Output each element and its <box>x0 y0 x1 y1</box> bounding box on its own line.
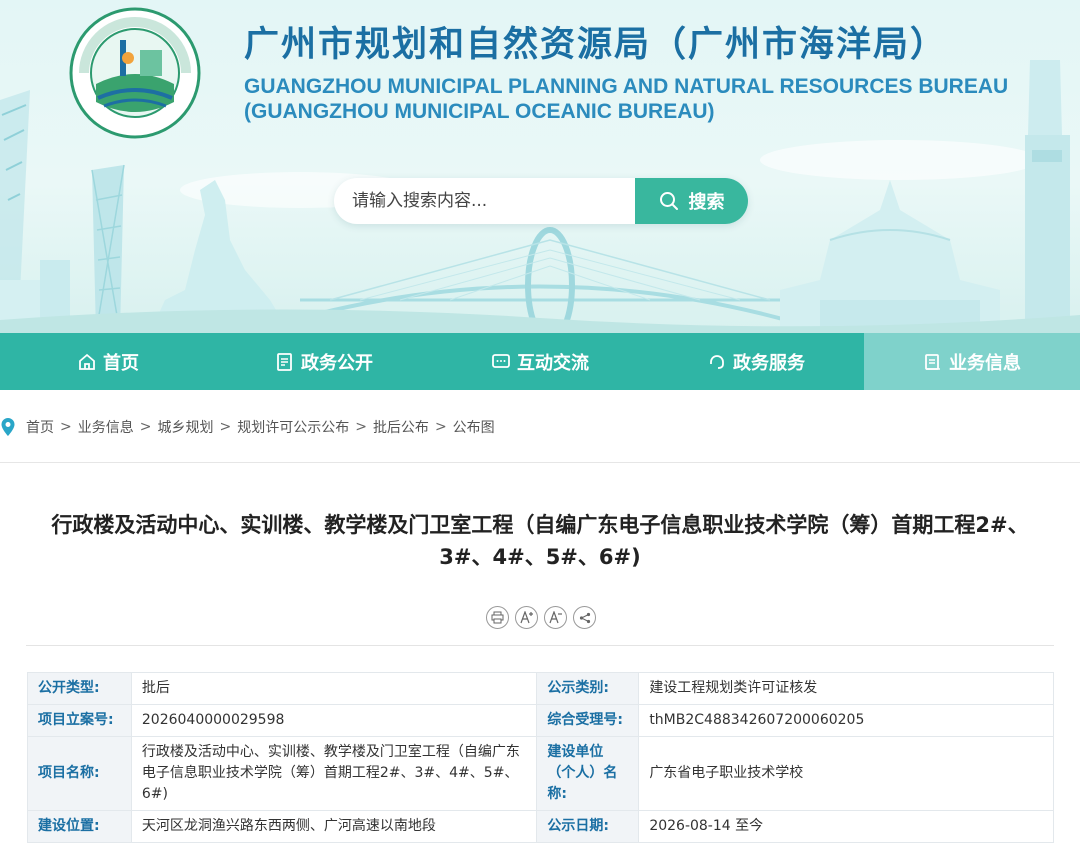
article-tools <box>486 606 596 629</box>
header-banner: 广州市规划和自然资源局（广州市海洋局） GUANGZHOU MUNICIPAL … <box>0 0 1080 333</box>
breadcrumb-separator: > <box>139 419 152 435</box>
nav-item-services[interactable]: 政务服务 <box>648 333 864 390</box>
breadcrumb-separator: > <box>219 419 232 435</box>
project-info-table: 公开类型: 批后 公示类别: 建设工程规划类许可证核发 项目立案号: 20260… <box>27 672 1054 843</box>
construction-location-value: 天河区龙洞渔兴路东西两侧、广河高速以南地段 <box>130 810 538 843</box>
publicity-category-label: 公示类别: <box>536 672 640 705</box>
search-bar: 搜索 <box>334 178 748 224</box>
main-nav: 首页 政务公开 互动交流 政务服务 业务信息 <box>0 333 1080 390</box>
share-icon[interactable] <box>573 606 596 629</box>
headset-icon <box>710 354 724 369</box>
table-row: 公开类型: 批后 公示类别: 建设工程规划类许可证核发 <box>27 672 1054 705</box>
breadcrumb-item-home[interactable]: 首页 <box>26 417 54 437</box>
content-divider <box>26 645 1054 646</box>
breadcrumb-item-post-approval[interactable]: 批后公布 <box>373 417 429 437</box>
breadcrumb-item-business-info[interactable]: 业务信息 <box>78 417 134 437</box>
breadcrumb-separator: > <box>355 419 367 435</box>
project-name-label: 项目名称: <box>27 736 132 811</box>
breadcrumb: 首页 > 业务信息 > 城乡规划 > 规划许可公示公布 > 批后公布 > 公布图 <box>0 416 495 438</box>
nav-item-label: 互动交流 <box>517 352 589 374</box>
home-icon <box>79 353 95 370</box>
table-row: 项目名称: 行政楼及活动中心、实训楼、教学楼及门卫室工程（自编广东电子信息职业技… <box>27 736 1054 811</box>
search-button[interactable]: 搜索 <box>635 178 748 224</box>
publicity-date-label: 公示日期: <box>536 810 640 843</box>
bureau-logo <box>69 7 201 139</box>
project-case-no-value: 2026040000029598 <box>130 704 538 737</box>
nav-item-interaction[interactable]: 互动交流 <box>432 333 648 390</box>
acceptance-no-label: 综合受理号: <box>536 704 640 737</box>
publicity-type-value: 批后 <box>130 672 538 705</box>
search-button-label: 搜索 <box>688 192 725 213</box>
font-decrease-icon[interactable] <box>544 606 567 629</box>
print-glyph <box>491 611 504 624</box>
breadcrumb-item-published-drawing[interactable]: 公布图 <box>453 417 495 437</box>
developer-name-label: 建设单位（个人）名称: <box>536 736 640 811</box>
print-icon[interactable] <box>486 606 509 629</box>
nav-item-government-affairs[interactable]: 政务公开 <box>216 333 432 390</box>
breadcrumb-item-permit-publicity[interactable]: 规划许可公示公布 <box>237 417 349 437</box>
article-title: 行政楼及活动中心、实训楼、教学楼及门卫室工程（自编广东电子信息职业技术学院（筹）… <box>51 513 1029 569</box>
nav-item-home[interactable]: 首页 <box>0 333 216 390</box>
font-decrease-glyph <box>548 611 562 624</box>
location-pin-icon <box>1 418 15 436</box>
font-increase-glyph <box>519 611 533 624</box>
table-row: 建设位置: 天河区龙洞渔兴路东西两侧、广河高速以南地段 公示日期: 2026-0… <box>27 810 1054 843</box>
table-row: 项目立案号: 2026040000029598 综合受理号: thMB2C488… <box>27 704 1054 737</box>
acceptance-no-value: thMB2C488342607200060205 <box>638 704 1054 737</box>
nav-item-business-info[interactable]: 业务信息 <box>864 333 1080 390</box>
project-name-value: 行政楼及活动中心、实训楼、教学楼及门卫室工程（自编广东电子信息职业技术学院（筹）… <box>130 736 538 811</box>
site-title-cn: 广州市规划和自然资源局（广州市海洋局） <box>244 25 948 65</box>
construction-location-label: 建设位置: <box>27 810 132 843</box>
publicity-date-value: 2026-08-14 至今 <box>638 810 1054 843</box>
nav-item-label: 业务信息 <box>949 352 1021 374</box>
search-input[interactable] <box>334 178 634 224</box>
chat-icon <box>492 353 510 368</box>
breadcrumb-item-urban-planning[interactable]: 城乡规划 <box>157 417 213 437</box>
search-icon <box>659 192 678 210</box>
project-case-no-label: 项目立案号: <box>27 704 132 737</box>
site-title-en-line2: (GUANGZHOU MUNICIPAL OCEANIC BUREAU) <box>244 100 715 123</box>
breadcrumb-separator: > <box>60 419 72 435</box>
nav-item-label: 政务服务 <box>733 352 805 374</box>
site-title-en: GUANGZHOU MUNICIPAL PLANNING AND NATURAL… <box>244 74 1024 124</box>
briefcase-icon <box>925 353 940 370</box>
publicity-category-value: 建设工程规划类许可证核发 <box>638 672 1054 705</box>
site-title-en-line1: GUANGZHOU MUNICIPAL PLANNING AND NATURAL… <box>244 75 1009 98</box>
nav-item-label: 政务公开 <box>301 352 373 374</box>
nav-item-label: 首页 <box>103 352 139 374</box>
share-glyph <box>579 612 590 623</box>
font-increase-icon[interactable] <box>515 606 538 629</box>
document-icon <box>277 352 292 371</box>
publicity-type-label: 公开类型: <box>27 672 132 705</box>
breadcrumb-separator: > <box>434 419 447 435</box>
developer-name-value: 广东省电子职业技术学校 <box>638 736 1054 811</box>
